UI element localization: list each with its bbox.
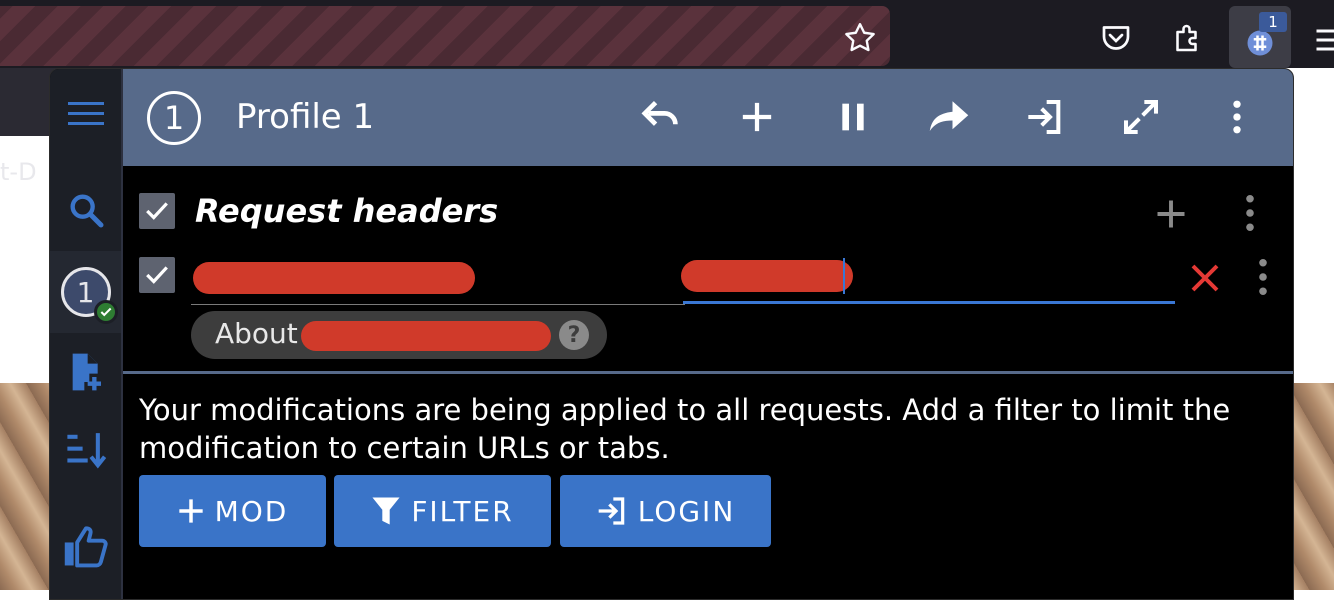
browser-menu-icon[interactable] [1312, 22, 1334, 58]
login-button[interactable] [1021, 93, 1069, 141]
filter-icon [372, 497, 400, 525]
search-icon [70, 194, 103, 228]
url-bar[interactable] [0, 6, 890, 66]
request-headers-section: Request headers About ? [123, 166, 1293, 371]
sidebar: 1 [50, 69, 123, 599]
undo-button[interactable] [637, 93, 685, 141]
tab-title: t-D [0, 158, 37, 186]
add-header-button[interactable] [1153, 196, 1189, 232]
pause-button[interactable] [829, 93, 877, 141]
sidebar-add-profile-button[interactable] [50, 347, 121, 397]
add-icon [742, 102, 772, 132]
profile-title[interactable]: Profile 1 [236, 97, 374, 137]
profile-number-badge[interactable]: 1 [147, 91, 201, 145]
header-name-input[interactable] [191, 254, 685, 304]
profile-avatar: 1 [60, 267, 118, 324]
header-row-more-button[interactable] [1256, 258, 1270, 296]
add-login-button[interactable]: LOGIN [560, 475, 771, 547]
profile-number: 1 [76, 275, 95, 309]
sidebar-profile-1[interactable]: 1 [50, 251, 121, 333]
header-value-input[interactable] [681, 254, 1175, 302]
section-divider [123, 371, 1293, 374]
header-value-underline [683, 301, 1175, 304]
sort-icon [66, 433, 106, 469]
undo-icon [641, 100, 678, 126]
bookmark-star-icon[interactable] [842, 20, 878, 56]
header-row-checkbox[interactable] [139, 257, 175, 293]
redaction-mark [193, 262, 475, 294]
thumbs-up-icon [64, 526, 108, 568]
sidebar-menu-button[interactable] [50, 91, 121, 137]
redo-icon [929, 101, 969, 131]
extension-badge: 1 [1259, 12, 1287, 32]
profile-header: 1 Profile 1 [123, 69, 1293, 166]
help-icon[interactable]: ? [559, 320, 589, 350]
more-icon [1259, 258, 1267, 296]
modheader-extension-button[interactable]: 1 [1229, 6, 1291, 68]
file-add-icon [72, 353, 101, 391]
sidebar-search-button[interactable] [50, 185, 121, 235]
login-label: LOGIN [637, 494, 736, 528]
chip-label: About [215, 317, 298, 350]
sidebar-sort-button[interactable] [50, 425, 121, 475]
more-icon [1246, 194, 1254, 232]
header-name-underline [191, 304, 685, 305]
check-icon [146, 266, 168, 284]
hamburger-icon [67, 102, 104, 125]
share-button[interactable] [925, 93, 973, 141]
add-icon [178, 499, 203, 523]
redaction-mark [301, 321, 551, 351]
login-icon [598, 497, 624, 525]
add-mod-button-bottom[interactable]: MOD [139, 475, 326, 547]
close-icon [1191, 264, 1219, 292]
active-check-icon [93, 300, 118, 324]
section-more-button[interactable] [1243, 194, 1259, 232]
fullscreen-button[interactable] [1117, 93, 1165, 141]
add-mod-button[interactable] [733, 93, 781, 141]
more-icon [1233, 100, 1241, 134]
about-header-chip[interactable]: About ? [191, 311, 607, 359]
add-icon [1157, 200, 1185, 228]
browser-toolbar: 1 [0, 0, 1334, 68]
extensions-puzzle-icon[interactable] [1170, 20, 1206, 56]
pause-icon [842, 103, 864, 131]
fullscreen-icon [1124, 100, 1158, 134]
redaction-mark [681, 260, 853, 292]
check-icon [146, 202, 168, 220]
request-headers-checkbox[interactable] [139, 193, 175, 229]
filter-label: FILTER [411, 494, 514, 528]
sidebar-rate-button[interactable] [50, 521, 121, 571]
login-icon [1028, 100, 1061, 134]
modheader-popup: 1 1 Profile 1 Request headers About ? Yo… [49, 68, 1294, 600]
profile-number: 1 [163, 99, 185, 137]
more-menu-button[interactable] [1213, 93, 1261, 141]
filter-notice-text: Your modifications are being applied to … [139, 393, 1231, 465]
add-filter-button[interactable]: FILTER [334, 475, 551, 547]
delete-header-button[interactable] [1189, 262, 1221, 294]
modheader-logo-icon [1247, 30, 1273, 56]
pocket-icon[interactable] [1098, 20, 1134, 56]
text-caret [843, 258, 845, 294]
section-title: Request headers [195, 192, 499, 230]
mod-label: MOD [214, 494, 289, 528]
